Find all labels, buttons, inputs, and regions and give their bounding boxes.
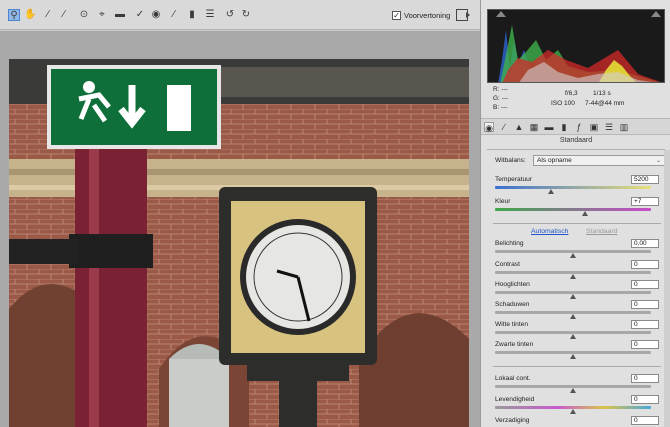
highlight-clipping-icon[interactable] bbox=[651, 11, 661, 17]
panel-tabs: ◉ ∕ ▲ ▦ ▬ ▮ ƒ ▣ ☰ ▥ bbox=[481, 118, 670, 135]
default-link[interactable]: Standaard bbox=[586, 228, 617, 235]
highlights-label: Hooglichten bbox=[495, 281, 530, 288]
temperature-value-field[interactable]: 5200 bbox=[631, 175, 659, 184]
white-balance-label: Witbalans: bbox=[495, 157, 526, 164]
basic-tab-icon[interactable]: ◉ bbox=[484, 122, 494, 133]
blacks-slider-thumb[interactable] bbox=[570, 354, 576, 359]
b-value: --- bbox=[500, 104, 508, 111]
clarity-value-field[interactable]: 0 bbox=[631, 374, 659, 383]
r-label: R: bbox=[493, 86, 500, 93]
readout-b: B: --- bbox=[493, 104, 507, 113]
saturation-label: Verzadiging bbox=[495, 417, 530, 424]
photo-preview[interactable] bbox=[9, 59, 469, 427]
vibrance-label: Levendigheid bbox=[495, 396, 535, 403]
clarity-label: Lokaal cont. bbox=[495, 375, 531, 382]
detail-tab-icon[interactable]: ▲ bbox=[514, 122, 524, 132]
temperature-slider-track[interactable] bbox=[495, 186, 651, 189]
blacks-label: Zwarte tinten bbox=[495, 341, 534, 348]
canvas-area bbox=[0, 31, 480, 427]
hand-icon[interactable]: ✋ bbox=[24, 9, 36, 21]
shadows-value-field[interactable]: 0 bbox=[631, 300, 659, 309]
lens: 7-44@44 mm bbox=[585, 100, 625, 107]
whites-label: Witte tinten bbox=[495, 321, 528, 328]
iso: ISO 100 bbox=[551, 100, 575, 107]
shadows-label: Schaduwen bbox=[495, 301, 530, 308]
highlights-value-field[interactable]: 0 bbox=[631, 280, 659, 289]
vibrance-slider-thumb[interactable] bbox=[570, 409, 576, 414]
highlights-slider-thumb[interactable] bbox=[570, 294, 576, 299]
temperature-label: Temperatuur bbox=[495, 176, 533, 183]
preview-toggle[interactable]: ✓ Voorvertoning bbox=[392, 9, 450, 22]
red-eye-icon[interactable]: ◉ bbox=[150, 9, 162, 21]
graduated-filter-icon[interactable]: ▮ bbox=[186, 9, 198, 21]
fullscreen-icon[interactable] bbox=[456, 9, 470, 21]
white-balance-select[interactable]: Als opname ⌄ bbox=[533, 155, 665, 166]
r-value: --- bbox=[501, 86, 508, 93]
aperture: f/6,3 bbox=[565, 90, 578, 97]
contrast-value-field[interactable]: 0 bbox=[631, 260, 659, 269]
rotate-cw-icon[interactable]: ↻ bbox=[240, 9, 252, 21]
photo-image bbox=[9, 59, 469, 427]
panel-scrollbar[interactable] bbox=[664, 150, 670, 427]
eyedropper-icon[interactable]: ∕ bbox=[42, 9, 54, 21]
lens-corrections-tab-icon[interactable]: ▮ bbox=[559, 122, 569, 132]
crop-icon[interactable]: ⌖ bbox=[96, 9, 108, 21]
preferences-icon[interactable]: ☰ bbox=[204, 9, 216, 21]
color-sampler-icon[interactable]: ∕ bbox=[58, 9, 70, 21]
hsl-tab-icon[interactable]: ▦ bbox=[529, 122, 539, 132]
section-divider bbox=[487, 149, 665, 150]
clarity-slider-thumb[interactable] bbox=[570, 388, 576, 393]
auto-link[interactable]: Automatisch bbox=[531, 228, 568, 235]
divider bbox=[493, 223, 661, 224]
tint-value-field[interactable]: +7 bbox=[631, 197, 659, 206]
whites-slider-thumb[interactable] bbox=[570, 334, 576, 339]
pixel-readout: R: --- G: --- B: --- f/6,3 1/13 s ISO 10… bbox=[493, 86, 663, 114]
snapshots-tab-icon[interactable]: ▥ bbox=[619, 122, 629, 132]
exposure-value-field[interactable]: 0,00 bbox=[631, 239, 659, 248]
shadows-slider-thumb[interactable] bbox=[570, 314, 576, 319]
b-label: B: bbox=[493, 104, 500, 111]
g-value: --- bbox=[501, 95, 509, 102]
tint-label: Kleur bbox=[495, 198, 511, 205]
whites-value-field[interactable]: 0 bbox=[631, 320, 659, 329]
shutter-speed: 1/13 s bbox=[593, 90, 611, 97]
temperature-slider-thumb[interactable] bbox=[548, 189, 555, 194]
camera-calibration-tab-icon[interactable]: ▣ bbox=[589, 122, 599, 132]
shadow-clipping-icon[interactable] bbox=[496, 11, 506, 17]
toolbar: ⚲ ✋ ∕ ∕ ⊙ ⌖ ▬ ✓ ◉ ⁄ ▮ ☰ ↺ ↻ ✓ Voorverton… bbox=[0, 0, 480, 30]
split-toning-tab-icon[interactable]: ▬ bbox=[544, 122, 554, 132]
target-adjust-icon[interactable]: ⊙ bbox=[78, 9, 90, 21]
histogram-graph bbox=[498, 25, 661, 82]
effects-tab-icon[interactable]: ƒ bbox=[574, 122, 584, 132]
adjustment-brush-icon[interactable]: ⁄ bbox=[168, 9, 180, 21]
preview-label: Voorvertoning bbox=[404, 11, 451, 20]
straighten-icon[interactable]: ▬ bbox=[114, 9, 126, 21]
readout-g: G: --- bbox=[493, 95, 508, 104]
contrast-label: Contrast bbox=[495, 261, 520, 268]
exposure-label: Belichting bbox=[495, 240, 524, 247]
tone-curve-tab-icon[interactable]: ∕ bbox=[499, 122, 509, 132]
presets-tab-icon[interactable]: ☰ bbox=[604, 122, 614, 132]
white-balance-value: Als opname bbox=[537, 157, 572, 164]
vibrance-value-field[interactable]: 0 bbox=[631, 395, 659, 404]
preview-checkbox[interactable]: ✓ bbox=[392, 11, 401, 20]
histogram bbox=[487, 9, 665, 83]
g-label: G: bbox=[493, 95, 500, 102]
tint-slider-track[interactable] bbox=[495, 208, 651, 211]
readout-r: R: --- bbox=[493, 86, 508, 95]
contrast-slider-thumb[interactable] bbox=[570, 274, 576, 279]
zoom-icon[interactable]: ⚲ bbox=[8, 9, 20, 21]
saturation-value-field[interactable]: 0 bbox=[631, 416, 659, 425]
tint-slider-thumb[interactable] bbox=[582, 211, 589, 216]
spot-removal-icon[interactable]: ✓ bbox=[134, 9, 146, 21]
chevron-down-icon: ⌄ bbox=[655, 158, 661, 164]
section-title: Standaard bbox=[559, 137, 593, 144]
blacks-value-field[interactable]: 0 bbox=[631, 340, 659, 349]
rotate-ccw-icon[interactable]: ↺ bbox=[224, 9, 236, 21]
exposure-slider-thumb[interactable] bbox=[570, 253, 576, 258]
adjustments-panel: R: --- G: --- B: --- f/6,3 1/13 s ISO 10… bbox=[480, 0, 670, 427]
divider bbox=[493, 366, 661, 367]
